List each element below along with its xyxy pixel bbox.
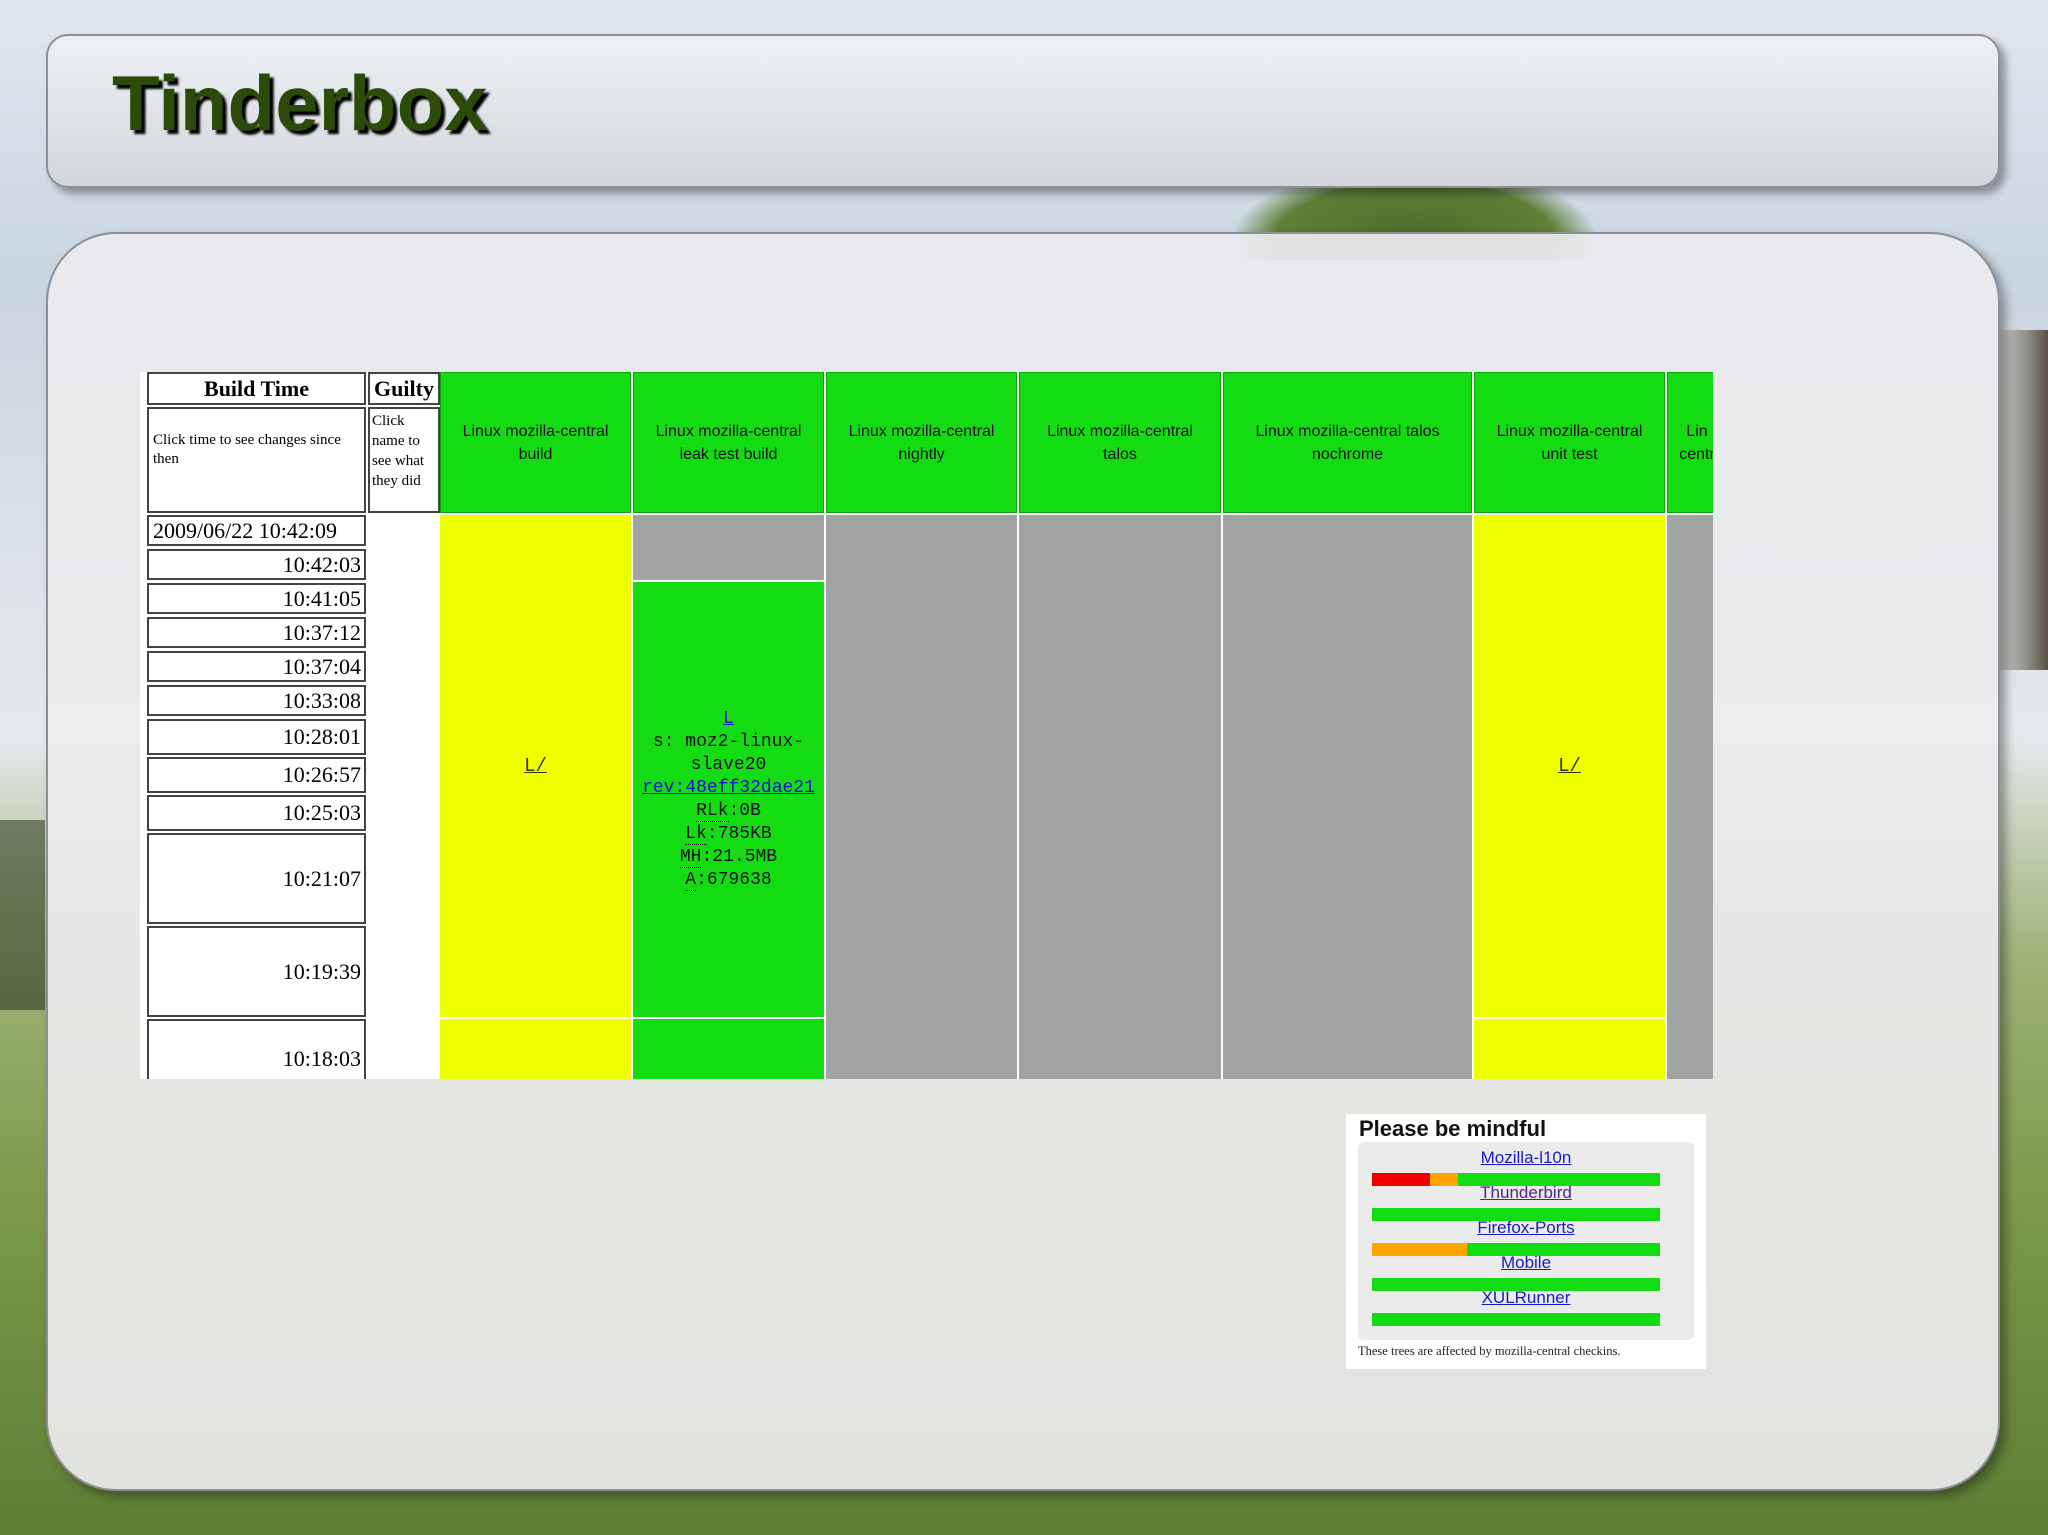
build-time-link[interactable]: 2009/06/22 10:42:09	[147, 515, 366, 546]
revision-link[interactable]: rev:48eff32dae21	[642, 778, 815, 798]
nightly-building-cell	[826, 515, 1017, 1079]
build-log-link[interactable]: L/	[524, 755, 547, 777]
talos-nochrome-building-cell	[1223, 515, 1472, 1079]
tree-item: XULRunner	[1358, 1288, 1694, 1326]
build-time-link[interactable]: 10:37:12	[147, 617, 366, 648]
guilty-hint: Click name to see what they did	[368, 407, 440, 513]
mindful-title: Please be mindful	[1359, 1116, 1547, 1141]
talos-building-cell	[1019, 515, 1221, 1079]
leak-status-cell: L s: moz2-linux-slave20 rev:48eff32dae21…	[633, 582, 824, 1017]
tree-status-bar	[1372, 1313, 1660, 1326]
build-time-link[interactable]: 10:18:03	[147, 1019, 366, 1079]
mh-metric: MH:21.5MB	[679, 846, 778, 868]
tree-item: Firefox-Ports	[1358, 1218, 1694, 1256]
tree-link[interactable]: Mobile	[1358, 1253, 1694, 1273]
tree-status-segment	[1372, 1313, 1660, 1326]
tree-item: Mobile	[1358, 1253, 1694, 1291]
build-time-header: Build Time	[147, 372, 366, 405]
leak-status-cell	[633, 1019, 824, 1079]
build-time-link[interactable]: 10:33:08	[147, 685, 366, 716]
slave-name: s: moz2-linux-slave20	[652, 731, 805, 775]
background-field	[0, 820, 45, 1010]
tree-status-list: Mozilla-l10n Thunderbird Firefox-Ports M…	[1358, 1142, 1694, 1340]
partial-building-cell	[1667, 515, 1713, 1079]
tree-link[interactable]: XULRunner	[1358, 1288, 1694, 1308]
build-time-hint: Click time to see changes since then	[147, 407, 366, 513]
column-header-nightly[interactable]: Linux mozilla-central nightly	[826, 372, 1017, 513]
build-status-cell	[440, 1019, 631, 1079]
tree-link[interactable]: Firefox-Ports	[1358, 1218, 1694, 1238]
build-time-link[interactable]: 10:25:03	[147, 795, 366, 831]
column-header-unit-test[interactable]: Linux mozilla-central unit test	[1474, 372, 1665, 513]
build-time-link[interactable]: 10:42:03	[147, 549, 366, 580]
unittest-status-cell: L/	[1474, 515, 1665, 1017]
column-header-talos[interactable]: Linux mozilla-central talos	[1019, 372, 1221, 513]
build-time-link[interactable]: 10:37:04	[147, 651, 366, 682]
build-time-link[interactable]: 10:21:07	[147, 833, 366, 924]
build-status-cell: L/	[440, 515, 631, 1017]
tree-link[interactable]: Thunderbird	[1358, 1183, 1694, 1203]
tree-item: Thunderbird	[1358, 1183, 1694, 1221]
leak-log-link[interactable]: L	[723, 709, 734, 729]
page-title: Tinderbox	[112, 59, 488, 147]
mindful-footer: These trees are affected by mozilla-cent…	[1358, 1344, 1621, 1358]
column-header-build[interactable]: Linux mozilla-central build	[440, 372, 631, 513]
tree-item: Mozilla-l10n	[1358, 1148, 1694, 1186]
lk-metric: Lk:785KB	[685, 823, 772, 845]
leak-build-info: L s: moz2-linux-slave20 rev:48eff32dae21…	[633, 708, 824, 892]
guilty-header: Guilty	[368, 372, 440, 405]
unittest-status-cell	[1474, 1019, 1665, 1079]
build-time-link[interactable]: 10:41:05	[147, 583, 366, 614]
build-time-link[interactable]: 10:26:57	[147, 757, 366, 793]
rlk-metric: RLk:0B	[696, 800, 761, 822]
tree-link[interactable]: Mozilla-l10n	[1358, 1148, 1694, 1168]
please-be-mindful-box: Please be mindful Mozilla-l10n Thunderbi…	[1346, 1114, 1706, 1369]
build-time-link[interactable]: 10:19:39	[147, 926, 366, 1017]
column-header-partial[interactable]: Lin centr	[1667, 372, 1713, 513]
a-metric: A:679638	[685, 869, 772, 891]
background-house	[2000, 330, 2048, 670]
column-header-talos-nochrome[interactable]: Linux mozilla-central talos nochrome	[1223, 372, 1472, 513]
build-time-link[interactable]: 10:28:01	[147, 719, 366, 755]
leak-building-cell	[633, 515, 824, 580]
column-header-leak-test[interactable]: Linux mozilla-central leak test build	[633, 372, 824, 513]
tinderbox-table: Build Time Click time to see changes sin…	[140, 372, 1713, 1079]
unittest-log-link[interactable]: L/	[1558, 755, 1581, 777]
